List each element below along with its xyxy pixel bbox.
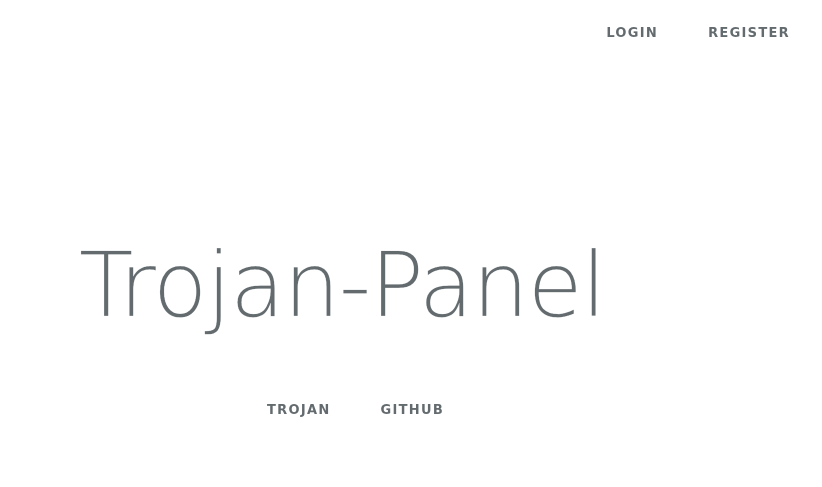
page-title: Trojan-Panel — [79, 233, 606, 337]
footer-links: TROJAN GITHUB — [242, 401, 469, 421]
login-link[interactable]: LOGIN — [581, 24, 683, 44]
github-link[interactable]: GITHUB — [356, 401, 470, 421]
top-right-nav: LOGIN REGISTER — [581, 24, 790, 44]
register-link[interactable]: REGISTER — [683, 24, 790, 44]
trojan-link[interactable]: TROJAN — [242, 401, 356, 421]
